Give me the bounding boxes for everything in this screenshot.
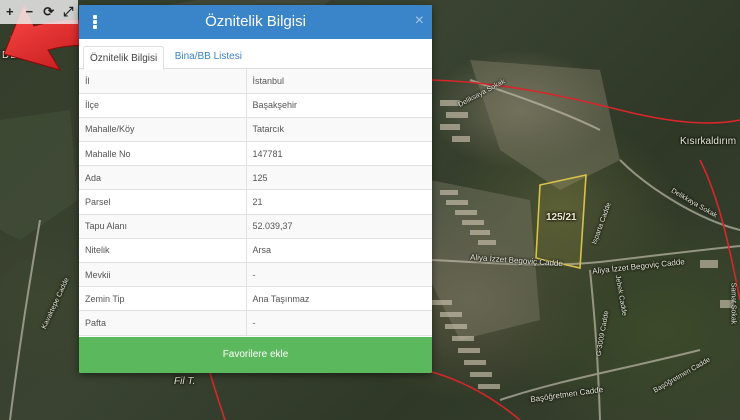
- attribute-table: İl İstanbul İlçe Başakşehir Mahalle/Köy Tat…: [79, 69, 432, 336]
- dialog-tabs: Öznitelik Bilgisi Bina/BB Listesi: [79, 39, 432, 70]
- row-value: 125: [246, 165, 432, 191]
- zoom-in-button[interactable]: +: [2, 4, 18, 20]
- table-row: Ada 125: [79, 165, 432, 191]
- table-row: Mahalle/Köy Tatarcık: [79, 117, 432, 143]
- map-label-kisirkaldirim: Kısırkaldırım: [680, 136, 737, 147]
- row-key: Nitelik: [79, 238, 247, 264]
- close-icon[interactable]: ×: [415, 12, 424, 30]
- row-key: Mahalle No: [79, 141, 247, 167]
- table-row: İl İstanbul: [79, 69, 432, 94]
- row-value: Arsa: [246, 238, 432, 264]
- map-label-fil: Fil T.: [174, 376, 196, 387]
- row-value: 147781: [246, 141, 432, 167]
- dialog-header: Öznitelik Bilgisi ×: [79, 5, 432, 39]
- row-key: Tapu Alanı: [79, 214, 247, 239]
- row-value: Ana Taşınmaz: [246, 286, 432, 312]
- refresh-button[interactable]: ⟳: [41, 4, 57, 20]
- table-row: Nitelik Arsa: [79, 238, 432, 264]
- row-key: Zemin Tip: [79, 286, 247, 312]
- row-key: Pafta: [79, 310, 247, 336]
- row-key: Ada: [79, 165, 247, 191]
- row-key: Mevkii: [79, 262, 247, 288]
- table-row: Parsel 21: [79, 189, 432, 215]
- row-value: -: [246, 310, 432, 336]
- map-label-parcel: 125/21: [546, 212, 577, 223]
- tab-building-list[interactable]: Bina/BB Listesi: [169, 45, 248, 69]
- table-row: Mevkii -: [79, 262, 432, 288]
- zoom-out-button[interactable]: −: [21, 4, 37, 20]
- row-value: 21: [246, 189, 432, 215]
- map-toolbar: + − ⟳ ⤢: [0, 0, 78, 24]
- row-value: 52.039,37: [246, 214, 432, 239]
- attribute-dialog: Öznitelik Bilgisi × Öznitelik Bilgisi Bi…: [79, 5, 432, 373]
- row-key: Parsel: [79, 189, 247, 215]
- map-label-samat: Samat Sokak: [729, 282, 737, 325]
- fullscreen-button[interactable]: ⤢: [60, 4, 76, 20]
- table-row: Pafta -: [79, 310, 432, 336]
- row-value: Tatarcık: [246, 117, 432, 143]
- row-key: İlçe: [79, 93, 247, 118]
- row-key: Mahalle/Köy: [79, 117, 247, 143]
- table-row: İlçe Başakşehir: [79, 93, 432, 118]
- table-row: Tapu Alanı 52.039,37: [79, 214, 432, 239]
- table-row: Zemin Tip Ana Taşınmaz: [79, 286, 432, 312]
- table-row: Mahalle No 147781: [79, 141, 432, 167]
- row-value: -: [246, 262, 432, 288]
- dialog-title: Öznitelik Bilgisi: [205, 13, 306, 30]
- row-value: İstanbul: [246, 69, 432, 94]
- row-key: İl: [79, 69, 247, 94]
- tab-attribute-info[interactable]: Öznitelik Bilgisi: [83, 46, 165, 70]
- add-to-favorites-button[interactable]: Favorilere ekle: [79, 337, 432, 373]
- row-value: Başakşehir: [246, 93, 432, 118]
